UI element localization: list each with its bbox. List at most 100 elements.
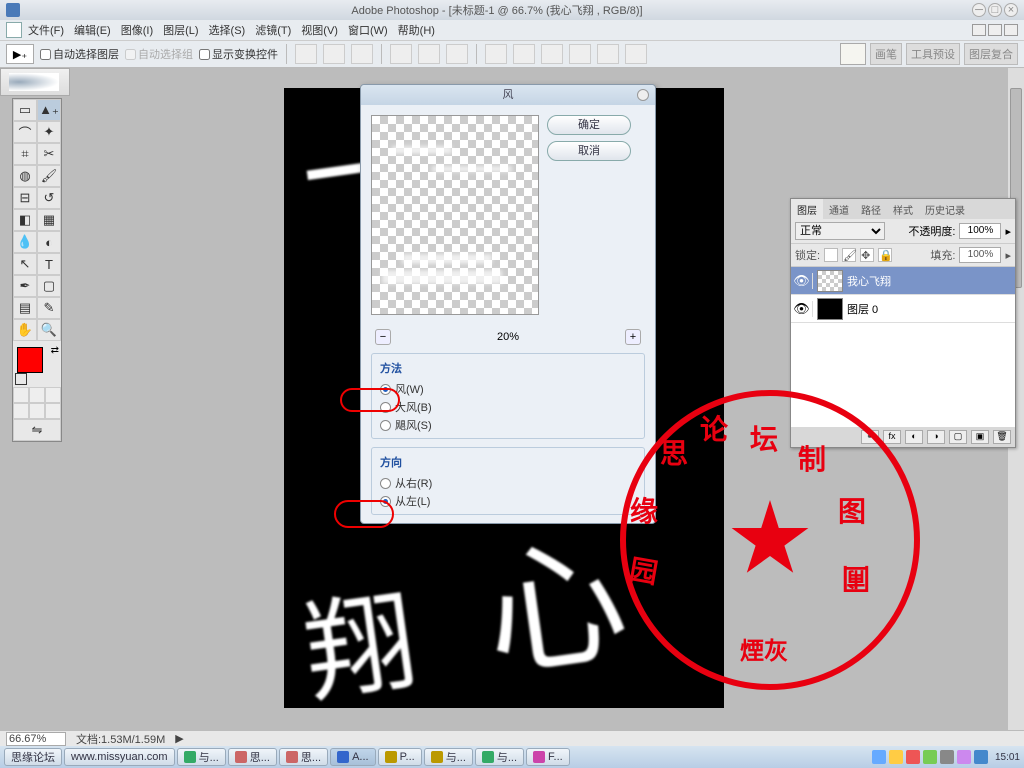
- taskbar-item[interactable]: P...: [378, 748, 422, 766]
- default-colors-icon[interactable]: [15, 373, 27, 385]
- palette-well-icon[interactable]: [840, 43, 866, 65]
- dialog-title[interactable]: 风: [361, 85, 655, 105]
- tray-icon[interactable]: [872, 750, 886, 764]
- tab-channels[interactable]: 通道: [823, 199, 855, 220]
- lock-all-icon[interactable]: 🔒: [878, 248, 892, 262]
- crop-tool[interactable]: ⌗: [13, 143, 37, 165]
- layer-thumb[interactable]: [817, 270, 843, 292]
- layer-item[interactable]: 👁 图层 0: [791, 295, 1015, 323]
- lasso-tool[interactable]: ⌒: [13, 121, 37, 143]
- screen-modes[interactable]: [13, 387, 61, 419]
- taskbar-item[interactable]: 思...: [228, 748, 277, 766]
- align-left-icon[interactable]: [390, 44, 412, 64]
- tray-icon[interactable]: [957, 750, 971, 764]
- eraser-tool[interactable]: ◧: [13, 209, 37, 231]
- move-tool-icon[interactable]: [6, 44, 34, 64]
- zoom-out-button[interactable]: −: [375, 329, 391, 345]
- menu-layer[interactable]: 图层(L): [159, 20, 202, 40]
- show-transform[interactable]: 显示变换控件: [199, 46, 278, 62]
- tray-icon[interactable]: [906, 750, 920, 764]
- pen-tool[interactable]: ✒: [13, 275, 37, 297]
- radio-from-right[interactable]: 从右(R): [380, 474, 636, 492]
- menu-view[interactable]: 视图(V): [297, 20, 342, 40]
- new-doc-icon[interactable]: [6, 22, 22, 38]
- layer-name[interactable]: 我心飞翔: [847, 273, 891, 289]
- menu-edit[interactable]: 编辑(E): [70, 20, 115, 40]
- fx-icon[interactable]: fx: [883, 430, 901, 444]
- taskbar-item[interactable]: F...: [526, 748, 570, 766]
- menu-filter[interactable]: 滤镜(T): [251, 20, 295, 40]
- blur-tool[interactable]: 💧: [13, 231, 37, 253]
- brush-tool[interactable]: 🖌: [37, 165, 61, 187]
- menu-window[interactable]: 窗口(W): [344, 20, 392, 40]
- link-layers-icon[interactable]: ⚭: [861, 430, 879, 444]
- taskbar-item[interactable]: 思缘论坛: [4, 748, 62, 766]
- align-bottom-icon[interactable]: [351, 44, 373, 64]
- radio-from-left[interactable]: 从左(L): [380, 492, 636, 510]
- hand-tool[interactable]: ✋: [13, 319, 37, 341]
- dodge-tool[interactable]: ◐: [37, 231, 61, 253]
- color-swatches[interactable]: ⇄: [13, 343, 61, 387]
- layer-item[interactable]: 👁 我心飞翔: [791, 267, 1015, 295]
- lock-position-icon[interactable]: ✥: [860, 248, 874, 262]
- tray-icon[interactable]: [889, 750, 903, 764]
- align-right-icon[interactable]: [446, 44, 468, 64]
- history-brush-tool[interactable]: ↺: [37, 187, 61, 209]
- dist-top-icon[interactable]: [485, 44, 507, 64]
- tab-history[interactable]: 历史记录: [919, 199, 971, 220]
- visibility-icon[interactable]: 👁: [791, 301, 813, 317]
- dist-vcenter-icon[interactable]: [513, 44, 535, 64]
- jump-to-imageready[interactable]: ⇋: [13, 419, 61, 441]
- radio-wind[interactable]: 风(W): [380, 380, 636, 398]
- taskbar-item-active[interactable]: A...: [330, 748, 376, 766]
- fill-input[interactable]: 100%: [959, 247, 1001, 263]
- foreground-color[interactable]: [17, 347, 43, 373]
- window-controls[interactable]: ─□×: [970, 3, 1018, 17]
- type-tool[interactable]: T: [37, 253, 61, 275]
- align-hcenter-icon[interactable]: [418, 44, 440, 64]
- gradient-tool[interactable]: ▦: [37, 209, 61, 231]
- eyedropper-tool[interactable]: ✎: [37, 297, 61, 319]
- layer-name[interactable]: 图层 0: [847, 301, 878, 317]
- adjust-icon[interactable]: ◑: [927, 430, 945, 444]
- notes-tool[interactable]: ▤: [13, 297, 37, 319]
- zoom-input[interactable]: 66.67%: [6, 732, 66, 746]
- tray-icon[interactable]: [974, 750, 988, 764]
- taskbar-item[interactable]: 与...: [424, 748, 473, 766]
- taskbar-item[interactable]: www.missyuan.com: [64, 748, 175, 766]
- path-select-tool[interactable]: ↖: [13, 253, 37, 275]
- menu-help[interactable]: 帮助(H): [394, 20, 439, 40]
- filter-preview[interactable]: [371, 115, 539, 315]
- clock[interactable]: 15:01: [995, 752, 1020, 763]
- visibility-icon[interactable]: 👁: [791, 273, 813, 289]
- ok-button[interactable]: 确定: [547, 115, 631, 135]
- auto-select-layer[interactable]: 自动选择图层: [40, 46, 119, 62]
- taskbar-item[interactable]: 思...: [279, 748, 328, 766]
- trash-icon[interactable]: 🗑: [993, 430, 1011, 444]
- move-tool[interactable]: ▲₊: [37, 99, 61, 121]
- tab-layers[interactable]: 图层: [791, 199, 823, 220]
- shape-tool[interactable]: ▢: [37, 275, 61, 297]
- align-vcenter-icon[interactable]: [323, 44, 345, 64]
- taskbar-item[interactable]: 与...: [475, 748, 524, 766]
- radio-stagger[interactable]: 飓风(S): [380, 416, 636, 434]
- tab-paths[interactable]: 路径: [855, 199, 887, 220]
- menu-image[interactable]: 图像(I): [117, 20, 157, 40]
- well-brushes[interactable]: 画笔: [870, 43, 902, 65]
- opacity-input[interactable]: 100%: [959, 223, 1001, 239]
- lock-pixels-icon[interactable]: 🖌: [842, 248, 856, 262]
- wand-tool[interactable]: ✦: [37, 121, 61, 143]
- zoom-in-button[interactable]: +: [625, 329, 641, 345]
- mask-icon[interactable]: ◐: [905, 430, 923, 444]
- slice-tool[interactable]: ✂: [37, 143, 61, 165]
- cancel-button[interactable]: 取消: [547, 141, 631, 161]
- dist-bottom-icon[interactable]: [541, 44, 563, 64]
- group-icon[interactable]: ▢: [949, 430, 967, 444]
- system-tray[interactable]: 15:01: [872, 750, 1020, 764]
- new-layer-icon[interactable]: ▣: [971, 430, 989, 444]
- lock-transparency-icon[interactable]: [824, 248, 838, 262]
- mdi-controls[interactable]: [972, 24, 1018, 36]
- tab-styles[interactable]: 样式: [887, 199, 919, 220]
- well-tool-presets[interactable]: 工具预设: [906, 43, 960, 65]
- align-top-icon[interactable]: [295, 44, 317, 64]
